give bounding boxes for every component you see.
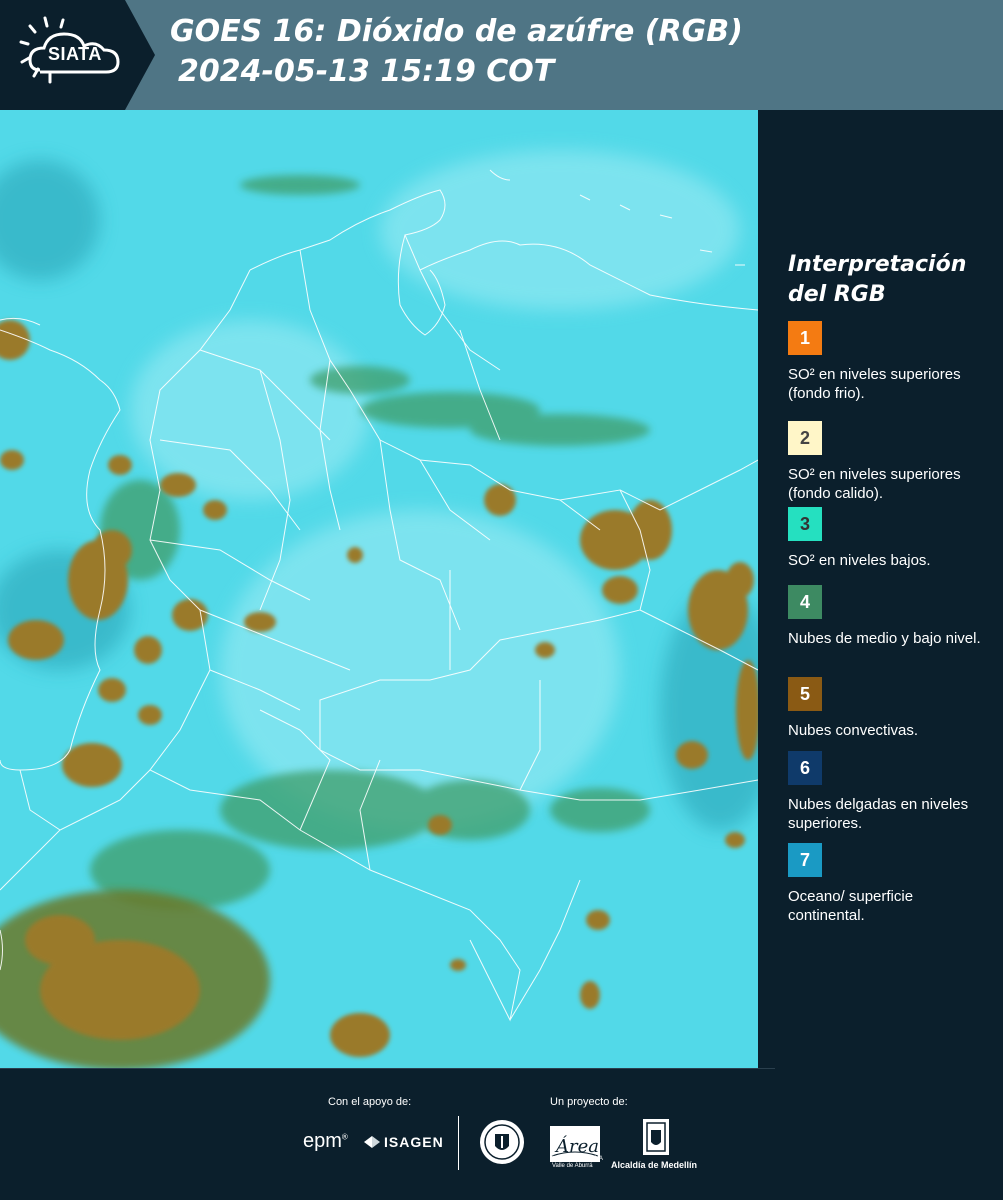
legend-swatch: 4 [788, 585, 822, 619]
legend-label: Oceano/ superficie continental. [788, 888, 914, 924]
legend-swatch: 2 [788, 421, 822, 455]
legend-item-4: 4 Nubes de medio y bajo nivel. [788, 585, 993, 648]
footer: Con el apoyo de: Un proyecto de: epm® IS… [0, 1068, 1003, 1200]
legend-panel: Interpretación del RGB 1 SO² en niveles … [758, 110, 1003, 1068]
legend-item-7: 7 Oceano/ superficie continental. [788, 843, 993, 925]
legend-title: Interpretación del RGB [788, 252, 967, 307]
amva-line2: Valle de Aburrá [552, 1163, 593, 1169]
legend-number: 3 [799, 513, 810, 534]
header-bar: SIATA GOES 16: Dióxido de azúfre (RGB) 2… [0, 0, 1003, 110]
legend-swatch: 1 [788, 321, 822, 355]
page-title: GOES 16: Dióxido de azúfre (RGB) [170, 14, 743, 49]
isagen-logo: ISAGEN [384, 1134, 444, 1150]
legend-item-5: 5 Nubes convectivas. [788, 677, 993, 740]
footer-divider [458, 1116, 459, 1170]
legend-number: 7 [799, 849, 810, 870]
legend-item-6: 6 Nubes delgadas en niveles superiores. [788, 751, 993, 833]
satellite-map [0, 110, 758, 1068]
support-label: Con el apoyo de: [328, 1096, 412, 1108]
legend-number: 1 [799, 327, 810, 348]
legend-number: 2 [799, 427, 810, 448]
amva-line1: METROPOLITANA [552, 1156, 603, 1162]
legend-number: 6 [799, 757, 810, 778]
legend-label: Nubes delgadas en niveles superiores. [788, 796, 969, 832]
amva-text: METROPOLITANA Valle de Aburrá [552, 1156, 603, 1170]
legend-label: Nubes de medio y bajo nivel. [788, 630, 981, 647]
legend-swatch: 3 [788, 507, 822, 541]
logo-text: SIATA [48, 44, 102, 64]
epm-logo: epm® [303, 1130, 348, 1152]
legend-label: SO² en niveles bajos. [788, 552, 931, 569]
timestamp: 2024-05-13 15:19 COT [178, 54, 555, 89]
legend-item-1: 1 SO² en niveles superiores (fondo frio)… [788, 321, 993, 403]
legend-item-3: 3 SO² en niveles bajos. [788, 507, 993, 570]
divider [0, 1068, 775, 1069]
legend-label: SO² en niveles superiores (fondo frio). [788, 366, 961, 402]
project-label: Un proyecto de: [550, 1096, 628, 1108]
satellite-image [0, 110, 758, 1068]
legend-label: SO² en niveles superiores (fondo calido)… [788, 466, 961, 502]
legend-swatch: 7 [788, 843, 822, 877]
legend-label: Nubes convectivas. [788, 722, 919, 739]
medellin-seal-icon [480, 1120, 524, 1164]
legend-swatch: 6 [788, 751, 822, 785]
legend-number: 4 [799, 591, 810, 612]
legend-item-2: 2 SO² en niveles superiores (fondo calid… [788, 421, 993, 503]
legend-swatch: 5 [788, 677, 822, 711]
epm-text: epm [303, 1130, 342, 1152]
alcaldia-text: Alcaldía de Medellín [611, 1160, 698, 1170]
siata-logo: SIATA [0, 0, 155, 110]
isagen-icon [364, 1136, 380, 1148]
alcaldia-shield-icon [643, 1119, 669, 1155]
legend-number: 5 [799, 683, 810, 704]
